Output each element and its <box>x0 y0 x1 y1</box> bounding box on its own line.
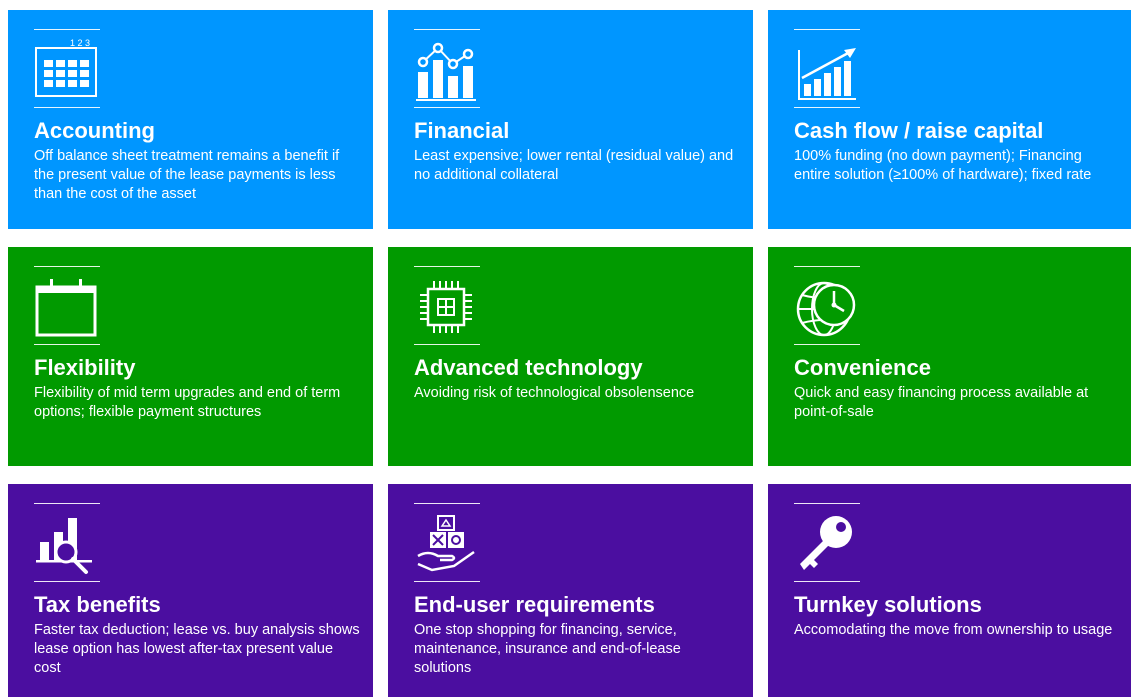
tile-title: Advanced technology <box>414 355 643 380</box>
divider <box>34 581 100 582</box>
divider <box>34 503 100 504</box>
tile-description: One stop shopping for financing, service… <box>414 622 681 676</box>
globe-clock-icon <box>794 275 858 339</box>
tile-title: Accounting <box>34 118 155 143</box>
divider <box>34 266 100 267</box>
tile-description: Accomodating the move from ownership to … <box>794 622 1113 638</box>
divider <box>794 29 860 30</box>
divider <box>414 581 480 582</box>
tile-flexibility: Flexibility Flexibility of mid term upgr… <box>8 247 373 466</box>
divider <box>34 344 100 345</box>
tile-title: Convenience <box>794 355 931 380</box>
tile-title: Flexibility <box>34 355 136 380</box>
tile-description: 100% funding (no down payment); Financin… <box>794 148 1092 183</box>
key-icon <box>794 512 858 576</box>
tile-title: Cash flow / raise capital <box>794 118 1044 143</box>
tile-title: Tax benefits <box>34 592 161 617</box>
divider <box>34 29 100 30</box>
tile-title: Turnkey solutions <box>794 592 982 617</box>
calendar-grid-icon: 1 2 3 <box>34 38 98 102</box>
tile-description: Off balance sheet treatment remains a be… <box>34 148 340 202</box>
calendar-numbers-text: 1 2 3 <box>70 38 90 48</box>
divider <box>414 266 480 267</box>
tile-description: Avoiding risk of technological obsolense… <box>414 385 695 401</box>
tile-tax-benefits: Tax benefits Faster tax deduction; lease… <box>8 484 373 697</box>
tile-cash-flow: Cash flow / raise capital 100% funding (… <box>768 10 1131 229</box>
divider <box>414 344 480 345</box>
chip-icon <box>414 275 478 339</box>
tile-description: Faster tax deduction; lease vs. buy anal… <box>34 622 360 676</box>
chart-line-bars-icon <box>414 38 478 102</box>
divider <box>794 107 860 108</box>
tile-convenience: Convenience Quick and easy financing pro… <box>768 247 1131 466</box>
divider <box>414 503 480 504</box>
divider <box>794 581 860 582</box>
divider <box>414 29 480 30</box>
tile-description: Quick and easy financing process availab… <box>794 385 1089 420</box>
tile-title: End-user requirements <box>414 592 655 617</box>
tile-advanced-technology: Advanced technology Avoiding risk of tec… <box>388 247 753 466</box>
divider <box>34 107 100 108</box>
divider <box>794 503 860 504</box>
tile-description: Least expensive; lower rental (residual … <box>414 148 734 183</box>
growth-bars-icon <box>794 38 858 102</box>
divider <box>794 266 860 267</box>
tile-accounting: 1 2 3 Accounting Off balance sheet treat… <box>8 10 373 229</box>
tile-end-user-requirements: End-user requirements One stop shopping … <box>388 484 753 697</box>
calendar-icon <box>34 275 98 339</box>
tile-turnkey-solutions: Turnkey solutions Accomodating the move … <box>768 484 1131 697</box>
tile-description: Flexibility of mid term upgrades and end… <box>34 385 341 420</box>
tile-financial: Financial Least expensive; lower rental … <box>388 10 753 229</box>
tile-title: Financial <box>414 118 510 143</box>
divider <box>794 344 860 345</box>
hand-boxes-icon <box>414 512 478 576</box>
magnifier-chart-icon <box>34 512 98 576</box>
divider <box>414 107 480 108</box>
